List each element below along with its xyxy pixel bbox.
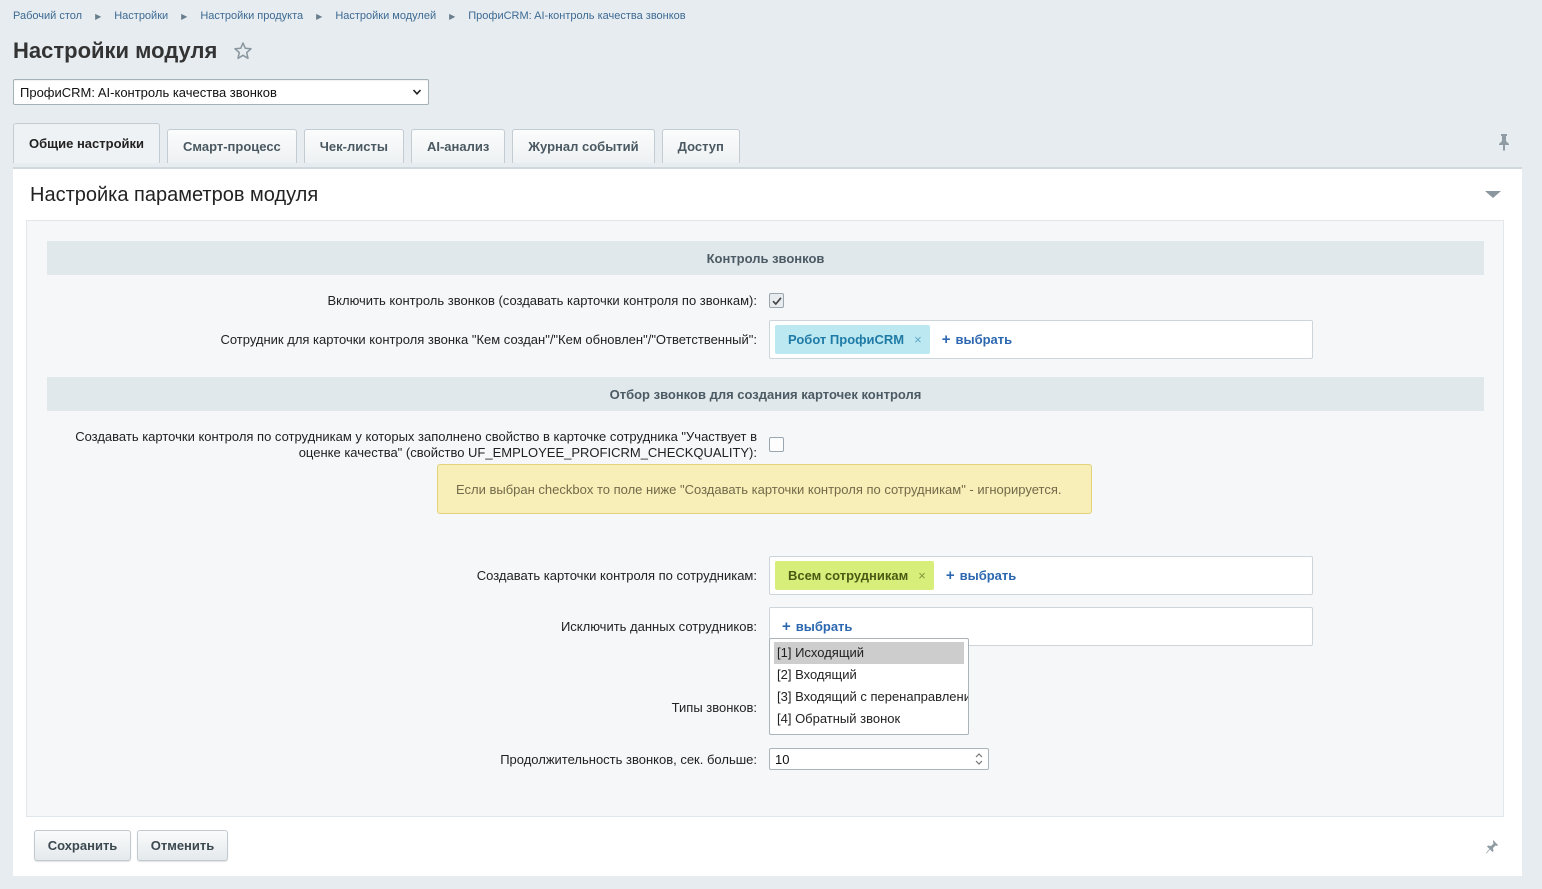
chevron-right-icon: ▶ (95, 11, 102, 21)
settings-form: Контроль звонков Включить контроль звонк… (26, 220, 1504, 817)
add-link-label: выбрать (959, 568, 1017, 583)
settings-panel: Настройка параметров модуля Контроль зво… (13, 167, 1522, 876)
by-property-label: Создавать карточки контроля по сотрудник… (75, 429, 757, 461)
breadcrumb-item-current[interactable]: ПрофиCRM: AI-контроль качества звонков (468, 10, 685, 22)
module-select[interactable]: ПрофиCRM: AI-контроль качества звонков (13, 79, 429, 105)
list-item[interactable]: [3] Входящий с перенаправлением (774, 686, 968, 708)
star-icon[interactable] (233, 41, 253, 61)
duration-label: Продолжительность звонков, сек. больше: (500, 752, 757, 767)
call-types-label: Типы звонков: (671, 700, 757, 715)
by-property-label-line2: оценке качества" (свойство UF_EMPLOYEE_P… (298, 445, 757, 460)
call-types-listbox[interactable]: [1] Исходящий [2] Входящий [3] Входящий … (769, 638, 969, 735)
remove-tag-icon[interactable]: × (914, 332, 922, 347)
spinner-arrows-icon[interactable] (974, 751, 984, 767)
panel-title: Настройка параметров модуля (30, 184, 319, 206)
notice-banner: Если выбран checkbox то поле ниже "Созда… (437, 464, 1092, 514)
plus-icon: + (782, 618, 791, 635)
by-property-label-line1: Создавать карточки контроля по сотрудник… (75, 429, 757, 444)
tab-general[interactable]: Общие настройки (13, 123, 160, 163)
tab-ai-analysis[interactable]: AI-анализ (410, 129, 506, 163)
exclude-label: Исключить данных сотрудников: (560, 619, 757, 634)
module-select-value: ПрофиCRM: AI-контроль качества звонков (20, 85, 277, 100)
section-call-control: Контроль звонков (47, 241, 1484, 275)
cancel-button[interactable]: Отменить (137, 830, 228, 861)
tab-event-log[interactable]: Журнал событий (512, 129, 655, 163)
breadcrumb: Рабочий стол ▶ Настройки ▶ Настройки про… (13, 10, 686, 22)
add-employee-link[interactable]: + выбрать (946, 567, 1016, 584)
list-item[interactable]: [2] Входящий (774, 664, 964, 686)
chevron-right-icon: ▶ (181, 11, 188, 21)
remove-tag-icon[interactable]: × (918, 568, 926, 583)
add-link-label: выбрать (955, 332, 1013, 347)
by-employees-picker[interactable]: Всем сотрудникам × + выбрать (769, 556, 1313, 595)
employee-card-label: Сотрудник для карточки контроля звонка "… (220, 332, 757, 347)
page-title: Настройки модуля (13, 38, 218, 63)
by-employees-label: Создавать карточки контроля по сотрудник… (476, 568, 757, 583)
chevron-down-icon (412, 89, 422, 95)
breadcrumb-item-settings[interactable]: Настройки (114, 10, 168, 22)
chevron-right-icon: ▶ (449, 11, 456, 21)
pin-icon[interactable] (1497, 133, 1511, 151)
enable-control-checkbox[interactable] (769, 293, 784, 308)
plus-icon: + (945, 567, 955, 584)
checkmark-icon (772, 297, 782, 306)
list-item[interactable]: [1] Исходящий (774, 642, 964, 664)
tab-bar: Общие настройки Смарт-процесс Чек-листы … (13, 123, 747, 163)
pin-icon[interactable] (1485, 839, 1499, 855)
duration-value: 10 (775, 752, 790, 767)
save-button[interactable]: Сохранить (34, 830, 131, 861)
selected-tag[interactable]: Робот ПрофиCRM × (775, 325, 930, 354)
add-link-label: выбрать (795, 619, 853, 634)
tab-smart-process[interactable]: Смарт-процесс (167, 129, 297, 163)
list-item[interactable]: [4] Обратный звонок (774, 708, 964, 730)
breadcrumb-item-module-settings[interactable]: Настройки модулей (335, 10, 436, 22)
tab-checklists[interactable]: Чек-листы (303, 129, 404, 163)
tab-access[interactable]: Доступ (661, 129, 740, 163)
add-employee-link[interactable]: + выбрать (782, 618, 852, 635)
add-employee-link[interactable]: + выбрать (942, 331, 1012, 348)
breadcrumb-item-product-settings[interactable]: Настройки продукта (200, 10, 303, 22)
breadcrumb-item-desktop[interactable]: Рабочий стол (13, 10, 82, 22)
selected-tag[interactable]: Всем сотрудникам × (775, 561, 934, 590)
tag-label: Всем сотрудникам (788, 568, 909, 583)
by-property-checkbox[interactable] (769, 437, 784, 452)
collapse-arrow-icon[interactable] (1483, 189, 1503, 201)
plus-icon: + (941, 331, 951, 348)
employee-card-picker[interactable]: Робот ПрофиCRM × + выбрать (769, 320, 1313, 359)
enable-control-label: Включить контроль звонков (создавать кар… (327, 293, 757, 308)
duration-input[interactable]: 10 (769, 748, 989, 770)
section-call-filter: Отбор звонков для создания карточек конт… (47, 377, 1484, 411)
chevron-right-icon: ▶ (316, 11, 323, 21)
tag-label: Робот ПрофиCRM (788, 332, 905, 347)
